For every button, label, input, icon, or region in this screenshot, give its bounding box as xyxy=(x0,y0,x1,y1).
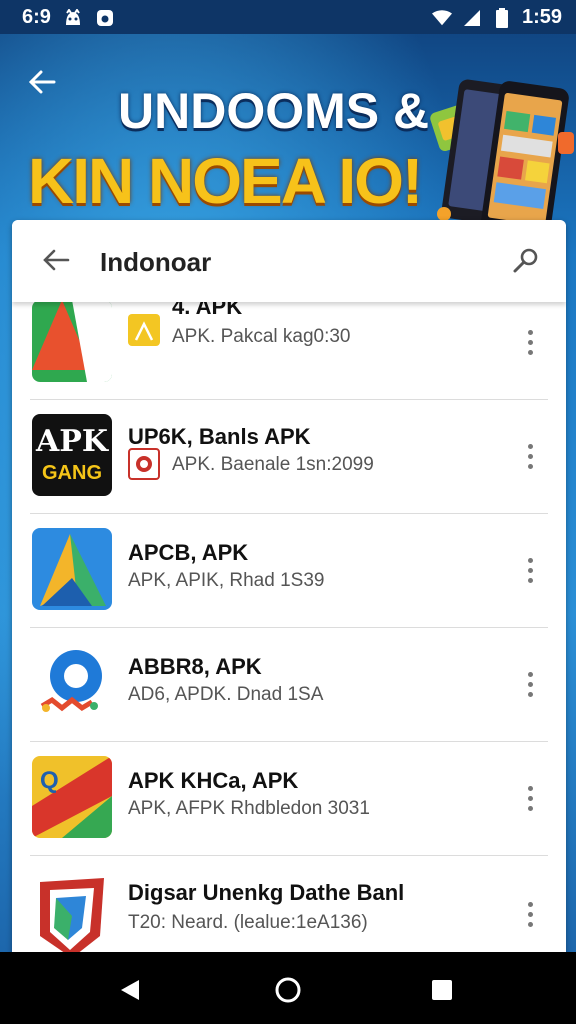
signal-icon xyxy=(462,8,482,28)
more-options-icon[interactable] xyxy=(520,894,540,934)
search-icon[interactable] xyxy=(508,242,544,278)
app-title: APCB, APK xyxy=(128,540,249,565)
app-subtitle: APK. Pakcal kag0:30 xyxy=(172,326,351,347)
app-title: APK KHCa, APK xyxy=(128,768,299,793)
list-item[interactable]: Q APK KHCa, APK APK, AFPK Rhdbledon 3031 xyxy=(12,742,566,856)
wifi-icon xyxy=(431,8,452,28)
app-subtitle: AD6, APDK. Dnad 1SA xyxy=(128,684,324,705)
home-circle-icon[interactable] xyxy=(268,970,308,1010)
search-input[interactable]: Indonoar xyxy=(100,247,211,278)
app-icon-triangle xyxy=(32,300,112,382)
more-options-icon[interactable] xyxy=(520,778,540,818)
app-title: Digsar Unenkg Dathe Banl xyxy=(128,880,405,905)
battery-icon xyxy=(492,7,512,28)
icon-label-top: APK xyxy=(36,424,108,459)
app-icon-gear-blue xyxy=(32,642,112,724)
banner-headline-bottom: KIN NOEA IO! xyxy=(28,145,423,217)
list-item[interactable]: ABBR8, APK AD6, APDK. Dnad 1SA xyxy=(12,628,566,742)
app-subtitle: APK, AFPK Rhdbledon 3031 xyxy=(128,798,370,819)
status-clock-left: 6:9 xyxy=(22,6,51,28)
search-results-card: Indonoar 4. APK APK. Pakcal kag0:30 APK … xyxy=(12,220,566,980)
list-item[interactable]: APK GANG UP6K, Banls APK APK. Baenale 1s… xyxy=(12,400,566,514)
promo-banner: UNDOOMS & KIN NOEA IO! xyxy=(0,34,576,237)
app-subtitle: T20: Neard. (lealue:1eA136) xyxy=(128,912,368,933)
svg-text:Q: Q xyxy=(40,767,59,794)
back-arrow-icon[interactable] xyxy=(22,62,62,102)
more-options-icon[interactable] xyxy=(520,436,540,476)
app-subtitle: APK, APIK, Rhad 1S39 xyxy=(128,570,325,591)
app-title: UP6K, Banls APK xyxy=(128,424,311,449)
app-icon-colorful: Q xyxy=(32,756,112,838)
app-notification-icon xyxy=(95,8,115,28)
app-title: ABBR8, APK xyxy=(128,654,262,679)
status-bar: 6:9 1:59 xyxy=(0,0,576,34)
list-item[interactable]: 4. APK APK. Pakcal kag0:30 xyxy=(12,286,566,400)
search-back-icon[interactable] xyxy=(38,242,74,278)
recents-square-icon[interactable] xyxy=(422,970,462,1010)
app-icon-shield xyxy=(32,876,112,958)
app-subtitle: APK. Baenale 1sn:2099 xyxy=(172,454,374,475)
apk-file-icon xyxy=(128,314,160,346)
app-icon-blue-triangle xyxy=(32,528,112,610)
more-options-icon[interactable] xyxy=(520,664,540,704)
more-options-icon[interactable] xyxy=(520,322,540,362)
apk-gang-app-icon: APK GANG xyxy=(32,414,112,496)
system-navigation-bar xyxy=(0,952,576,1024)
icon-label-bottom: GANG xyxy=(42,462,102,484)
banner-headline-top: UNDOOMS & xyxy=(118,83,430,139)
status-time: 1:59 xyxy=(521,6,562,28)
list-item[interactable]: APCB, APK APK, APIK, Rhad 1S39 xyxy=(12,514,566,628)
phones-illustration xyxy=(430,74,576,244)
badge-icon xyxy=(128,448,160,480)
search-bar: Indonoar xyxy=(12,220,566,302)
back-triangle-icon[interactable] xyxy=(110,970,150,1010)
more-options-icon[interactable] xyxy=(520,550,540,590)
notification-icon xyxy=(63,8,83,28)
